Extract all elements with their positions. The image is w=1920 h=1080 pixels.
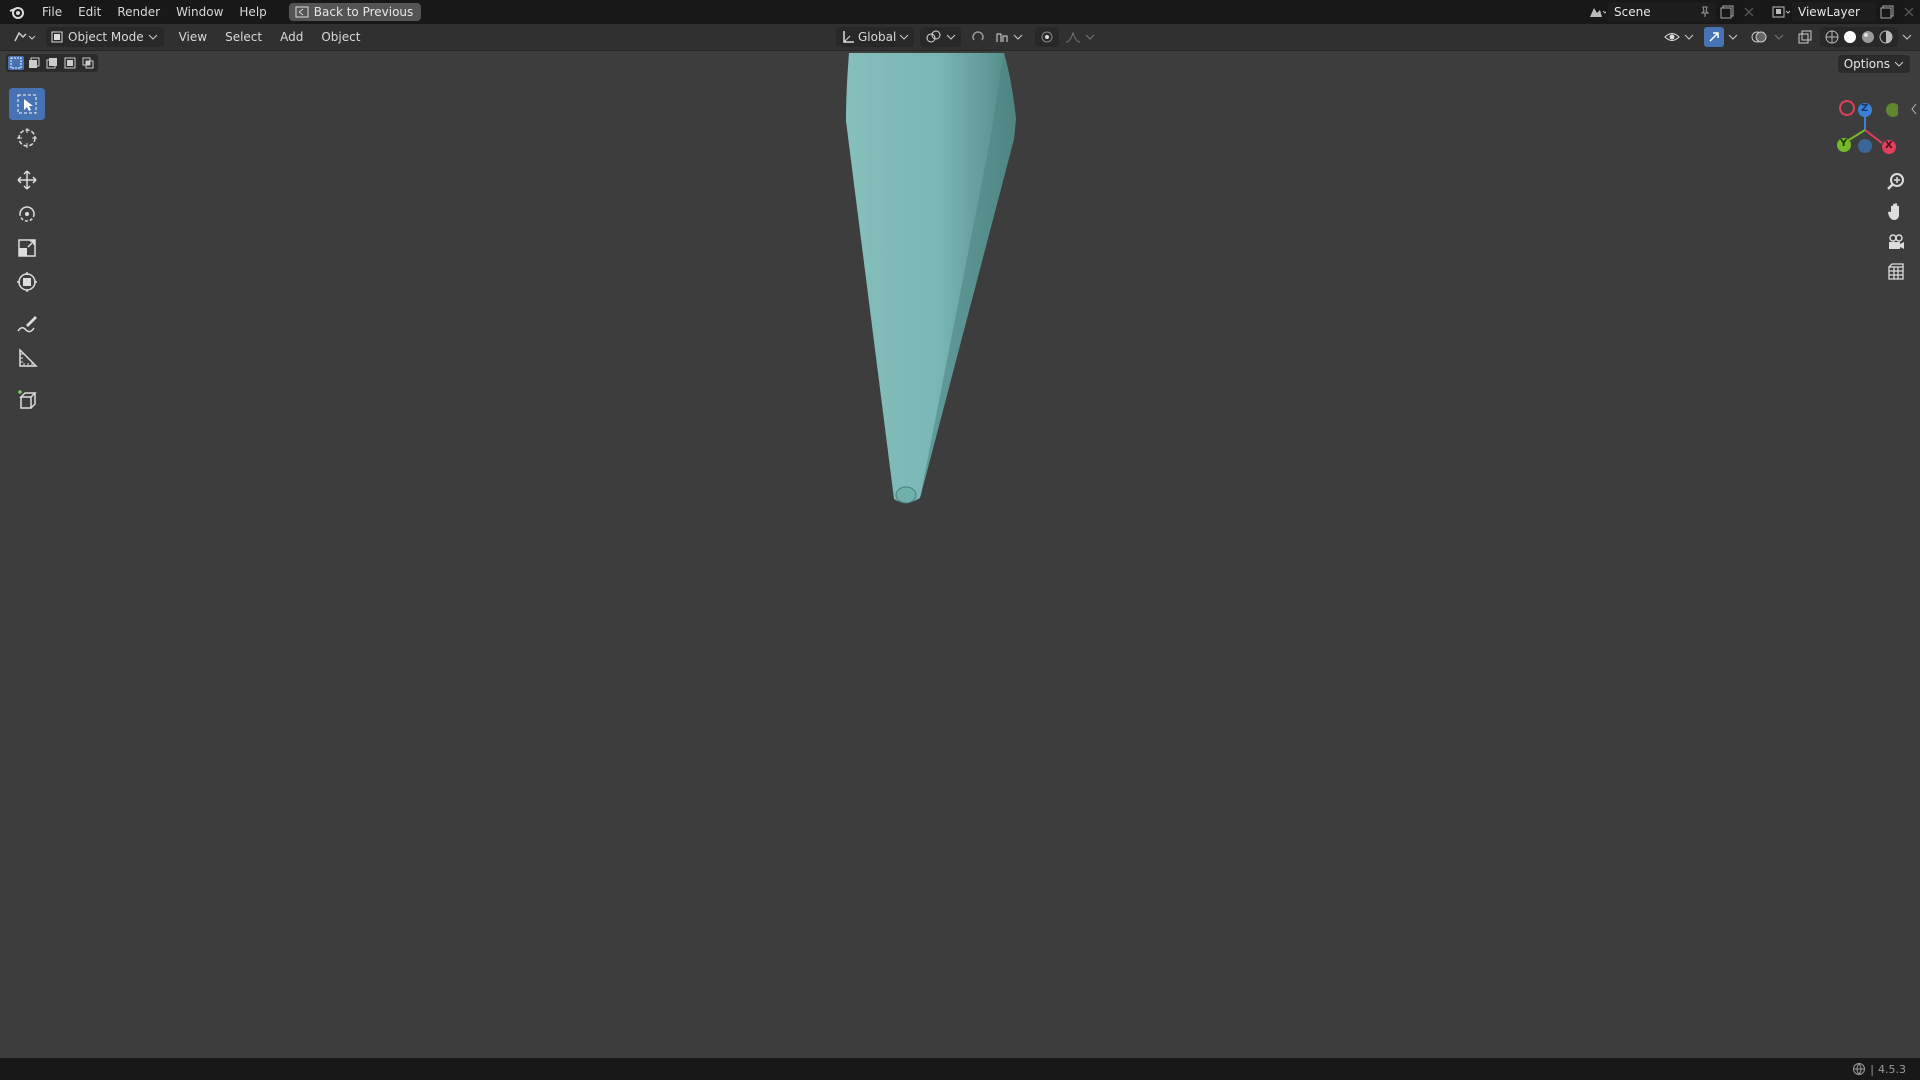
menu-view[interactable]: View bbox=[170, 24, 216, 50]
gizmo-z-label: Z bbox=[1861, 103, 1869, 114]
viewport-display-tools bbox=[1664, 24, 1912, 50]
chevron-down-icon bbox=[148, 33, 158, 41]
cone-object bbox=[846, 53, 1016, 503]
shading-mode-group bbox=[1820, 27, 1898, 47]
chevron-down-icon bbox=[1085, 33, 1095, 41]
orientation-icon bbox=[841, 30, 855, 44]
snap-target-dropdown[interactable] bbox=[995, 30, 1023, 44]
viewport-header: Object Mode View Select Add Object Globa… bbox=[0, 24, 1920, 51]
gizmo-x-label: X bbox=[1885, 140, 1893, 151]
chevron-down-icon[interactable] bbox=[1728, 33, 1738, 41]
chevron-down-icon bbox=[946, 33, 956, 41]
delete-scene-icon[interactable] bbox=[1738, 2, 1760, 22]
sidebar-toggle-icon[interactable] bbox=[1910, 103, 1918, 115]
visibility-dropdown[interactable] bbox=[1664, 30, 1694, 44]
gizmo-y-label: Y bbox=[1840, 138, 1848, 149]
view-layer-browse-icon[interactable] bbox=[1770, 2, 1792, 22]
back-to-previous-button[interactable]: Back to Previous bbox=[288, 3, 422, 21]
blender-logo-icon[interactable] bbox=[0, 5, 34, 19]
chevron-down-icon bbox=[1684, 33, 1694, 41]
version-separator: | bbox=[1870, 1062, 1874, 1076]
solid-shading-icon[interactable] bbox=[1843, 30, 1857, 44]
new-scene-icon[interactable] bbox=[1716, 2, 1738, 22]
object-mode-dropdown[interactable]: Object Mode bbox=[46, 27, 164, 47]
pivot-point-dropdown[interactable] bbox=[920, 27, 962, 47]
proportional-editing-toggle[interactable] bbox=[1035, 27, 1060, 47]
menu-select[interactable]: Select bbox=[216, 24, 271, 50]
camera-view-icon[interactable] bbox=[1882, 228, 1910, 256]
ortho-grid-icon[interactable] bbox=[1882, 258, 1910, 286]
chevron-down-icon bbox=[899, 33, 909, 41]
orientation-label: Global bbox=[858, 30, 897, 44]
rendered-shading-icon[interactable] bbox=[1879, 30, 1893, 44]
viewport-canvas[interactable] bbox=[0, 51, 1920, 1058]
menu-file[interactable]: File bbox=[34, 0, 70, 24]
snap-increment-icon bbox=[995, 30, 1009, 44]
transform-tools: Global bbox=[836, 24, 1095, 50]
new-view-layer-icon[interactable] bbox=[1876, 2, 1898, 22]
menu-window[interactable]: Window bbox=[168, 0, 231, 24]
material-shading-icon[interactable] bbox=[1861, 30, 1875, 44]
delete-view-layer-icon[interactable] bbox=[1898, 2, 1920, 22]
chevron-down-icon[interactable] bbox=[1902, 33, 1912, 41]
back-to-previous-label: Back to Previous bbox=[313, 5, 414, 19]
menu-object[interactable]: Object bbox=[312, 24, 369, 50]
chevron-down-icon bbox=[1013, 33, 1023, 41]
scene-browse-icon[interactable] bbox=[1586, 2, 1608, 22]
overlays-icon[interactable] bbox=[1748, 27, 1770, 47]
proportional-icon bbox=[1040, 30, 1054, 44]
top-bar: File Edit Render Window Help Back to Pre… bbox=[0, 0, 1920, 24]
version-number: 4.5.3 bbox=[1878, 1062, 1906, 1076]
status-bar: | 4.5.3 bbox=[0, 1058, 1920, 1080]
gizmo-toggle-icon[interactable] bbox=[1704, 27, 1724, 47]
navigation-gizmo[interactable]: Z Y X bbox=[1832, 98, 1898, 160]
pin-icon[interactable] bbox=[1699, 6, 1716, 18]
menu-help[interactable]: Help bbox=[231, 0, 274, 24]
network-icon bbox=[1852, 1062, 1866, 1076]
falloff-icon bbox=[1065, 30, 1081, 44]
menu-add[interactable]: Add bbox=[271, 24, 312, 50]
editor-type-icon[interactable] bbox=[10, 27, 40, 47]
xray-toggle-icon[interactable] bbox=[1794, 27, 1816, 47]
object-mode-label: Object Mode bbox=[68, 30, 144, 44]
scene-field[interactable]: Scene bbox=[1608, 2, 1716, 22]
snap-toggle-icon[interactable] bbox=[967, 27, 989, 47]
falloff-dropdown[interactable] bbox=[1065, 30, 1095, 44]
workspace-selectors: Scene ViewLayer bbox=[1586, 0, 1920, 24]
back-icon bbox=[295, 6, 309, 18]
eye-icon bbox=[1664, 30, 1680, 44]
wireframe-shading-icon[interactable] bbox=[1825, 30, 1839, 44]
menu-render[interactable]: Render bbox=[109, 0, 168, 24]
pivot-icon bbox=[925, 30, 943, 44]
scene-name: Scene bbox=[1614, 5, 1651, 19]
chevron-down-icon[interactable] bbox=[1774, 33, 1784, 41]
version-info: | 4.5.3 bbox=[1852, 1062, 1920, 1076]
pan-hand-icon[interactable] bbox=[1882, 198, 1910, 226]
view-layer-field[interactable]: ViewLayer bbox=[1792, 2, 1876, 22]
zoom-icon[interactable] bbox=[1882, 168, 1910, 196]
transform-orientation-dropdown[interactable]: Global bbox=[836, 27, 915, 47]
cone-tip bbox=[895, 486, 917, 504]
object-mode-icon bbox=[50, 30, 64, 44]
view-layer-name: ViewLayer bbox=[1798, 5, 1860, 19]
menu-edit[interactable]: Edit bbox=[70, 0, 109, 24]
